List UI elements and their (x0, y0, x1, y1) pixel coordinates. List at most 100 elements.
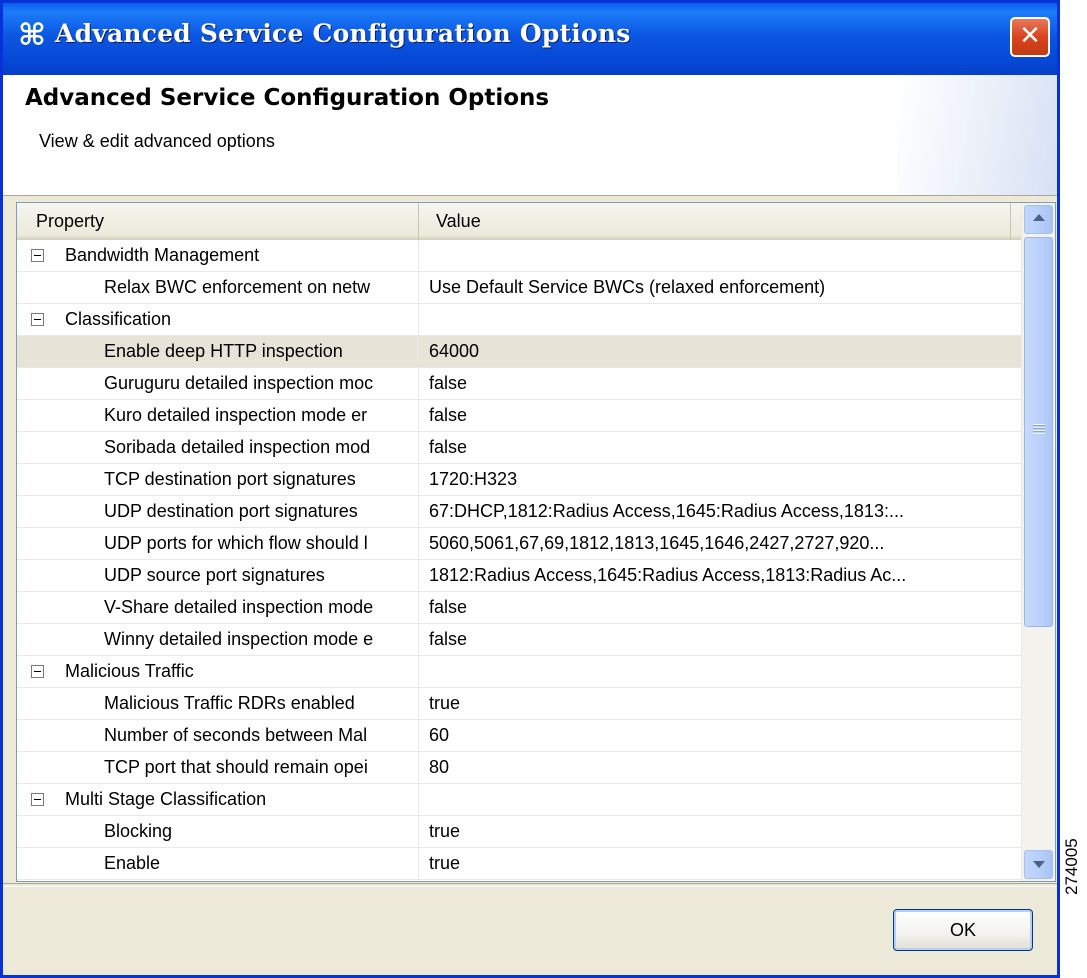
table-row[interactable]: UDP source port signatures 1812:Radius Ac… (17, 560, 1022, 592)
scroll-thumb[interactable] (1024, 237, 1053, 627)
category-row[interactable]: Bandwidth Management (17, 240, 1022, 272)
table-row[interactable]: UDP ports for which flow should l 5060,50… (17, 528, 1022, 560)
property-label: Enable deep HTTP inspection (104, 341, 343, 361)
vertical-scrollbar[interactable] (1021, 203, 1055, 881)
property-cell: UDP destination port signatures (17, 496, 419, 527)
table-row[interactable]: Enable true (17, 848, 1022, 880)
property-label: UDP source port signatures (104, 565, 325, 585)
column-header-value[interactable]: Value (419, 203, 1011, 239)
property-cell: Blocking (17, 816, 419, 847)
value-cell[interactable]: true (420, 848, 1022, 879)
property-cell: Multi Stage Classification (17, 784, 419, 815)
property-cell: V-Share detailed inspection mode (17, 592, 419, 623)
table-row[interactable]: UDP destination port signatures 67:DHCP,1… (17, 496, 1022, 528)
value-cell (420, 656, 1022, 687)
table-row[interactable]: TCP port that should remain opei 80 (17, 752, 1022, 784)
category-label: Malicious Traffic (65, 661, 194, 681)
property-label: Blocking (104, 821, 173, 841)
category-label: Classification (65, 309, 172, 329)
property-label: Number of seconds between Mal (104, 725, 368, 745)
value-cell[interactable]: true (420, 688, 1022, 719)
property-cell: Malicious Traffic RDRs enabled (17, 688, 419, 719)
table-row[interactable]: Soribada detailed inspection mod false (17, 432, 1022, 464)
chevron-down-icon (1033, 861, 1045, 868)
collapse-icon[interactable] (31, 665, 44, 678)
property-label: TCP port that should remain opei (104, 757, 368, 777)
grip-icon (1033, 424, 1045, 434)
property-cell: Enable (17, 848, 419, 879)
value-cell[interactable]: false (420, 432, 1022, 463)
property-cell: UDP ports for which flow should l (17, 528, 419, 559)
property-cell: Kuro detailed inspection mode er (17, 400, 419, 431)
table-row[interactable]: Relax BWC enforcement on netw Use Default… (17, 272, 1022, 304)
property-cell: Soribada detailed inspection mod (17, 432, 419, 463)
property-cell: Classification (17, 304, 419, 335)
table-row[interactable]: TCP destination port signatures 1720:H323 (17, 464, 1022, 496)
table-header: Property Value (17, 203, 1022, 240)
value-cell[interactable]: false (420, 624, 1022, 655)
property-cell: Bandwidth Management (17, 240, 419, 271)
value-cell[interactable]: false (420, 368, 1022, 399)
value-cell[interactable]: 5060,5061,67,69,1812,1813,1645,1646,2427… (420, 528, 1022, 559)
value-cell (420, 304, 1022, 335)
value-cell[interactable]: 67:DHCP,1812:Radius Access,1645:Radius A… (420, 496, 1022, 527)
value-cell (420, 240, 1022, 271)
value-cell[interactable]: false (420, 400, 1022, 431)
table-row[interactable]: Enable deep HTTP inspection 64000 (17, 336, 1022, 368)
table-row[interactable]: Winny detailed inspection mode e false (17, 624, 1022, 656)
property-cell: TCP port that should remain opei (17, 752, 419, 783)
category-row[interactable]: Classification (17, 304, 1022, 336)
collapse-icon[interactable] (31, 793, 44, 806)
property-label: V-Share detailed inspection mode (104, 597, 374, 617)
scroll-down-button[interactable] (1024, 850, 1053, 879)
property-cell: Winny detailed inspection mode e (17, 624, 419, 655)
value-cell[interactable]: 1812:Radius Access,1645:Radius Access,18… (420, 560, 1022, 591)
value-cell (420, 784, 1022, 815)
value-cell[interactable]: 64000 (420, 336, 1022, 367)
scroll-up-button[interactable] (1024, 205, 1053, 234)
column-header-property[interactable]: Property (17, 203, 419, 239)
property-label: UDP ports for which flow should l (104, 533, 368, 553)
table-row[interactable]: Number of seconds between Mal 60 (17, 720, 1022, 752)
property-label: Relax BWC enforcement on netw (104, 277, 371, 297)
footer-separator (3, 883, 1057, 887)
title-bar[interactable]: ⌘ Advanced Service Configuration Options… (3, 3, 1057, 75)
property-cell: Relax BWC enforcement on netw (17, 272, 419, 303)
dialog-client-area: Advanced Service Configuration Options V… (3, 75, 1057, 975)
dialog-window: ⌘ Advanced Service Configuration Options… (0, 0, 1060, 978)
page-subtitle: View & edit advanced options (39, 131, 275, 151)
property-label: Enable (104, 853, 161, 873)
table-row[interactable]: Malicious Traffic RDRs enabled true (17, 688, 1022, 720)
value-cell[interactable]: 60 (420, 720, 1022, 751)
table-body: Bandwidth Management Relax BWC enforcemen… (17, 240, 1022, 880)
property-cell: Enable deep HTTP inspection (17, 336, 419, 367)
value-cell[interactable]: true (420, 816, 1022, 847)
value-cell[interactable]: 80 (420, 752, 1022, 783)
table-row[interactable]: V-Share detailed inspection mode false (17, 592, 1022, 624)
table-row[interactable]: Kuro detailed inspection mode er false (17, 400, 1022, 432)
banner-decoration (897, 75, 1057, 195)
collapse-icon[interactable] (31, 313, 44, 326)
property-cell: TCP destination port signatures (17, 464, 419, 495)
property-label: TCP destination port signatures (104, 469, 356, 489)
table-row[interactable]: Guruguru detailed inspection moc false (17, 368, 1022, 400)
property-label: Kuro detailed inspection mode er (104, 405, 368, 425)
value-cell[interactable]: 1720:H323 (420, 464, 1022, 495)
collapse-icon[interactable] (31, 249, 44, 262)
category-label: Bandwidth Management (65, 245, 260, 265)
close-icon: ✕ (1019, 21, 1041, 51)
value-cell[interactable]: Use Default Service BWCs (relaxed enforc… (420, 272, 1022, 303)
property-label: Soribada detailed inspection mod (104, 437, 371, 457)
category-row[interactable]: Multi Stage Classification (17, 784, 1022, 816)
figure-id-label: 274005 (1062, 838, 1081, 895)
close-button[interactable]: ✕ (1010, 17, 1050, 57)
property-label: Winny detailed inspection mode e (104, 629, 374, 649)
category-row[interactable]: Malicious Traffic (17, 656, 1022, 688)
header-banner: Advanced Service Configuration Options V… (3, 75, 1057, 196)
table-row[interactable]: Blocking true (17, 816, 1022, 848)
value-cell[interactable]: false (420, 592, 1022, 623)
window-title: Advanced Service Configuration Options (55, 19, 631, 48)
property-label: UDP destination port signatures (104, 501, 358, 521)
ok-button[interactable]: OK (893, 909, 1033, 951)
property-cell: Guruguru detailed inspection moc (17, 368, 419, 399)
